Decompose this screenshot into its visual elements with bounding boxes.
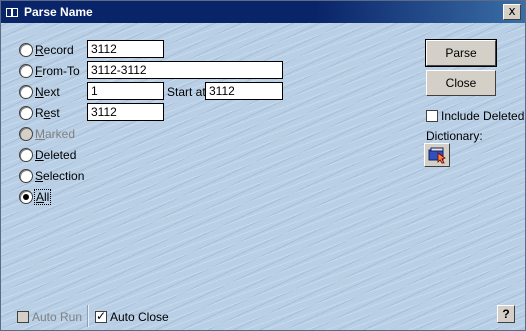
help-button[interactable]: ? [497,305,515,323]
dictionary-icon [428,147,446,164]
radio-label-deleted: Deleted [35,148,77,162]
radio-button-selected[interactable] [19,190,33,204]
checkbox-checked[interactable] [95,309,107,323]
radio-button[interactable] [19,64,33,78]
radio-button[interactable] [19,43,33,57]
radio-button[interactable] [19,85,33,99]
checkbox [17,311,29,323]
app-icon [6,8,18,17]
radio-label-from-to: From-To [35,64,80,78]
footer-divider [87,305,89,327]
include-deleted-label: Include Deleted [441,109,525,123]
record-input[interactable]: 3112 [87,40,164,58]
radio-rest[interactable]: Rest [19,105,60,121]
radio-next[interactable]: Next [19,84,60,100]
dictionary-button[interactable] [424,143,450,167]
auto-run-label: Auto Run [32,310,83,324]
radio-button[interactable] [19,148,33,162]
radio-label-all: All [33,189,52,205]
radio-label-selection: Selection [35,169,85,183]
parse-button[interactable]: Parse [425,39,497,67]
radio-button[interactable] [19,106,33,120]
title-bar[interactable]: Parse Name x [1,1,525,23]
next-input[interactable]: 1 [87,82,164,100]
include-deleted-checkbox[interactable]: Include Deleted [426,109,524,123]
auto-close-label: Auto Close [110,310,169,324]
close-button[interactable]: Close [426,70,496,96]
radio-deleted[interactable]: Deleted [19,147,76,163]
window-title: Parse Name [24,5,93,19]
radio-button [19,127,33,141]
radio-button[interactable] [19,169,33,183]
radio-selection[interactable]: Selection [19,168,84,184]
radio-label-next: Next [35,85,60,99]
radio-record[interactable]: Record [19,42,74,58]
radio-all[interactable]: All [19,189,52,205]
radio-from-to[interactable]: From-To [19,63,80,79]
radio-label-rest: Rest [35,106,60,120]
auto-run-checkbox: Auto Run [17,310,82,324]
close-icon: x [508,4,516,18]
start-at-input[interactable]: 3112 [205,82,283,100]
close-window-button[interactable]: x [503,4,521,20]
parse-name-dialog: Parse Name x Record 3112 From-To 3112-31… [0,0,526,331]
from-to-input[interactable]: 3112-3112 [87,61,283,79]
radio-label-record: Record [35,43,74,57]
radio-marked: Marked [19,126,75,142]
dictionary-label: Dictionary: [426,129,483,143]
rest-input[interactable]: 3112 [87,103,164,121]
checkbox[interactable] [426,110,438,122]
auto-close-checkbox[interactable]: Auto Close [95,309,169,324]
radio-label-marked: Marked [35,127,76,141]
start-at-label: Start at: [167,85,210,99]
